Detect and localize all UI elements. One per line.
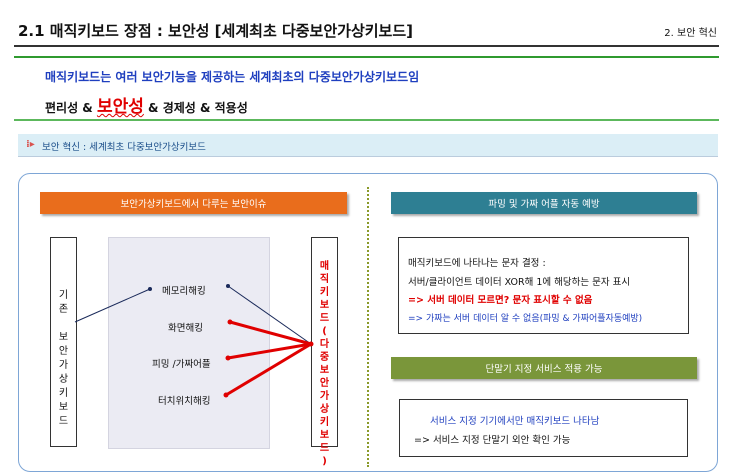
info2-line1: 서비스 지정 기기에서만 매직키보드 나타남 (430, 416, 600, 427)
legacy-connector-dot (148, 287, 152, 291)
memory-connector (227, 285, 312, 345)
info1-line3: => 서버 데이터 모르면? 문자 표시할 수 없음 (408, 295, 593, 306)
legacy-connector (74, 288, 151, 323)
xor-info-box: 매직키보드에 나타나는 문자 결정 : 서버/클라이언트 데이터 XOR해 1에… (398, 237, 689, 334)
info1-line1: 매직키보드에 나타나는 문자 결정 : (408, 258, 546, 269)
info1-line4: => 가짜는 서버 데이터 알 수 없음(파밍 & 가짜어플자동예방) (408, 314, 643, 324)
info1-line2: 서버/클라이언트 데이터 XOR해 1에 해당하는 문자 표시 (408, 277, 631, 288)
device-info-box: 서비스 지정 기기에서만 매직키보드 나타남 => 서비스 지정 단말기 외안 … (399, 399, 688, 457)
screen-connector (229, 320, 312, 346)
info2-line2: => 서비스 지정 단말기 외안 확인 가능 (414, 435, 571, 446)
memory-connector-dot (226, 284, 230, 288)
